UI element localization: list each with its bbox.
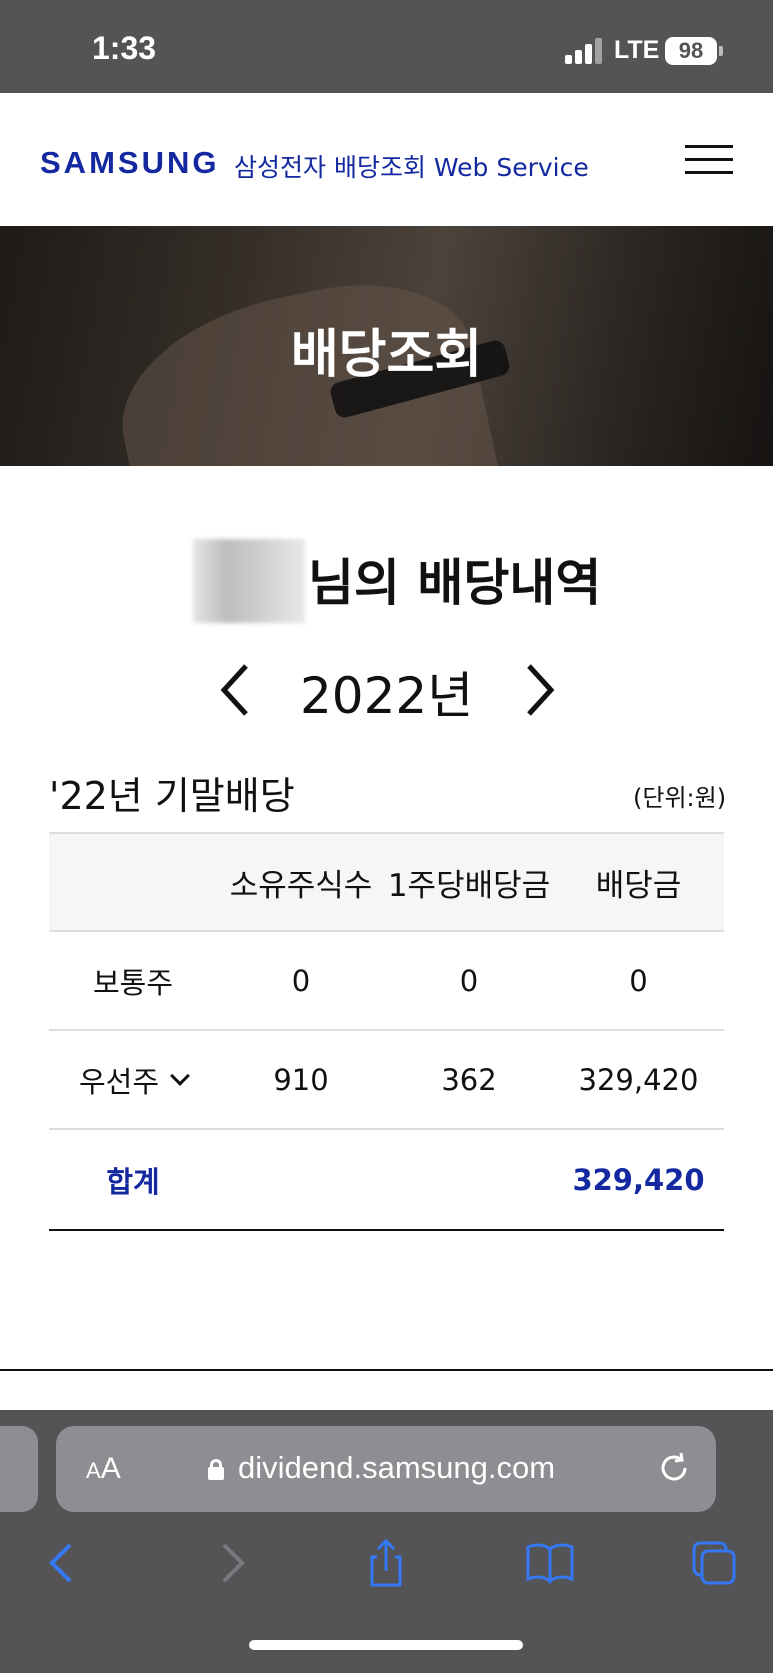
page: 1:33 LTE 98 SAMSUNG 삼성전자 배당조회 Web Servic… bbox=[0, 0, 773, 1673]
table-header: 1주당배당금 bbox=[387, 867, 551, 904]
row-label: 보통주 bbox=[92, 965, 174, 1000]
hero-title: 배당조회 bbox=[290, 325, 483, 385]
home-indicator[interactable] bbox=[249, 1640, 523, 1650]
tabs-icon[interactable] bbox=[688, 1535, 744, 1591]
table-row: 우선주 910 362 329,420 bbox=[49, 1031, 724, 1130]
lock-icon bbox=[208, 1459, 224, 1480]
browser-toolbar: AAAA dividend.samsung.com bbox=[0, 1410, 773, 1673]
chevron-down-icon[interactable] bbox=[170, 1065, 190, 1086]
total-dividend: 329,420 bbox=[572, 1162, 705, 1197]
per-share-cell: 362 bbox=[441, 1062, 497, 1097]
chevron-left-icon[interactable] bbox=[212, 660, 262, 720]
dividend-table: 소유주식수 1주당배당금 배당금 보통주 0 0 0 우선주 910 362 3… bbox=[49, 832, 724, 1231]
chevron-right-icon[interactable] bbox=[515, 660, 565, 720]
network-type: LTE bbox=[614, 36, 660, 64]
status-bar: 1:33 LTE 98 bbox=[0, 0, 773, 93]
bookmarks-icon[interactable] bbox=[522, 1535, 578, 1591]
samsung-logo[interactable]: SAMSUNG bbox=[40, 145, 219, 181]
shares-cell: 0 bbox=[291, 963, 311, 998]
shares-cell: 910 bbox=[273, 1062, 329, 1097]
total-label: 합계 bbox=[106, 1164, 160, 1199]
hero-banner: 배당조회 bbox=[0, 226, 773, 466]
year-label: 2022년 bbox=[300, 667, 474, 725]
url-text[interactable]: dividend.samsung.com bbox=[238, 1450, 555, 1486]
total-empty bbox=[217, 1130, 385, 1229]
table-header: 소유주식수 bbox=[229, 867, 373, 904]
year-navigation: 2022년 bbox=[0, 650, 773, 730]
hamburger-menu-icon[interactable] bbox=[685, 143, 735, 177]
unit-label: (단위:원) bbox=[633, 784, 727, 812]
table-header bbox=[49, 834, 217, 930]
table-row: 보통주 0 0 0 bbox=[49, 932, 724, 1031]
site-header: SAMSUNG 삼성전자 배당조회 Web Service bbox=[0, 93, 773, 226]
battery-icon: 98 bbox=[665, 37, 717, 65]
text-size-button[interactable]: AAAA bbox=[86, 1452, 121, 1486]
dividend-cell: 329,420 bbox=[578, 1062, 699, 1097]
per-share-cell: 0 bbox=[459, 963, 479, 998]
site-subtitle: 삼성전자 배당조회 Web Service bbox=[234, 153, 589, 182]
section-title: '22년 기말배당 bbox=[49, 774, 295, 818]
owner-title: 님의 배당내역 bbox=[308, 554, 602, 612]
forward-icon[interactable] bbox=[200, 1535, 256, 1591]
footer-divider bbox=[0, 1369, 773, 1371]
signal-icon bbox=[565, 38, 603, 64]
owner-heading: 님의 배당내역 bbox=[0, 535, 773, 625]
redacted-name bbox=[193, 539, 305, 623]
total-empty bbox=[385, 1130, 553, 1229]
table-header: 배당금 bbox=[595, 867, 682, 904]
row-label: 우선주 bbox=[78, 1064, 160, 1099]
battery-tip bbox=[719, 46, 723, 56]
table-header-row: 소유주식수 1주당배당금 배당금 bbox=[49, 834, 724, 932]
share-icon[interactable] bbox=[358, 1535, 414, 1591]
back-icon[interactable] bbox=[38, 1535, 94, 1591]
status-time: 1:33 bbox=[92, 30, 157, 66]
row-label-expandable[interactable]: 우선주 bbox=[49, 1031, 217, 1128]
previous-tab[interactable] bbox=[0, 1426, 38, 1512]
dividend-cell: 0 bbox=[629, 963, 648, 998]
reload-icon[interactable] bbox=[656, 1450, 692, 1486]
address-bar[interactable]: AAAA dividend.samsung.com bbox=[56, 1426, 716, 1512]
total-row: 합계 329,420 bbox=[49, 1130, 724, 1229]
